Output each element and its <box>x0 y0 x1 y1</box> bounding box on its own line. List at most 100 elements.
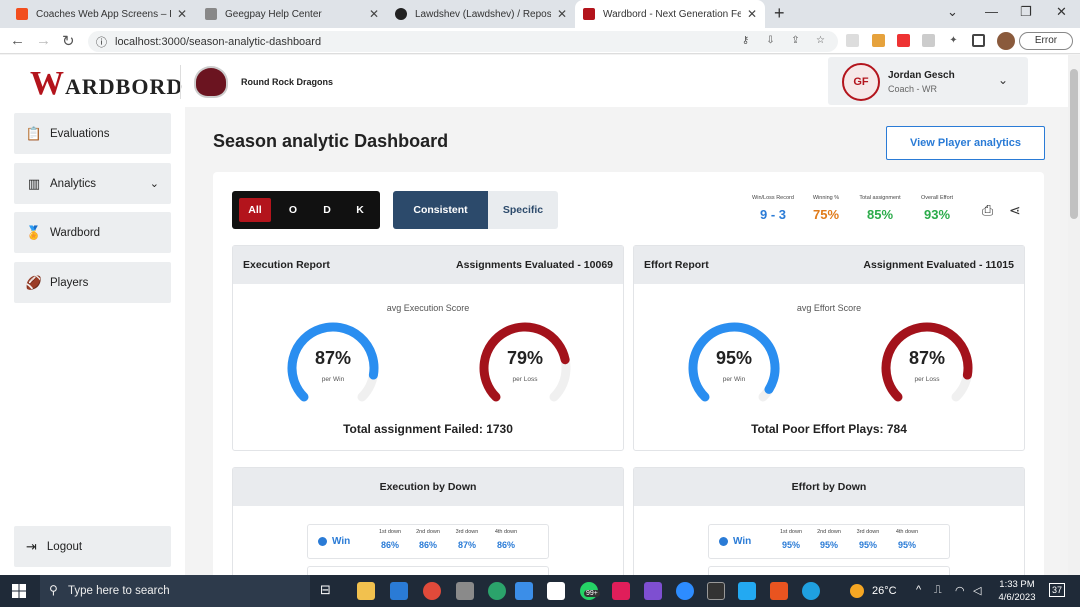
back-icon[interactable]: ← <box>10 32 25 49</box>
tab-title: Coaches Web App Screens – Figma <box>36 8 171 20</box>
install-icon[interactable]: ⇩ <box>764 34 777 47</box>
filter-kicking[interactable]: K <box>349 198 371 222</box>
browser-tab[interactable]: Coaches Web App Screens – Figma ✕ <box>8 0 195 28</box>
edge-icon[interactable] <box>802 582 820 600</box>
share-icon[interactable]: ⋖ <box>1009 202 1021 219</box>
close-icon[interactable]: ✕ <box>177 7 187 21</box>
football-icon: 🏈 <box>25 274 43 290</box>
assignments-evaluated: Assignment Evaluated - 11015 <box>863 259 1014 271</box>
volume-icon[interactable]: ◁ <box>973 584 981 597</box>
puzzle-icon[interactable]: ✦ <box>947 34 960 47</box>
chevron-down-icon[interactable]: ⌄ <box>947 4 958 20</box>
extension-icon[interactable] <box>897 34 910 47</box>
report-title: Effort Report <box>644 259 709 271</box>
sidebar-item-label: Players <box>50 276 89 289</box>
visual-studio-icon[interactable] <box>644 582 662 600</box>
calculator-icon[interactable] <box>456 582 474 600</box>
tab-title: Lawdshev (Lawdshev) / Repositor <box>415 8 551 20</box>
mode-specific[interactable]: Specific <box>488 191 558 229</box>
sidebar-item-evaluations[interactable]: 📋 Evaluations <box>14 113 171 154</box>
filter-defense[interactable]: D <box>316 198 338 222</box>
filter-all[interactable]: All <box>239 198 271 222</box>
user-menu[interactable]: GF Jordan Gesch Coach - WR ⌄ <box>828 57 1028 105</box>
effort-by-down: Effort by Down Win 1st down 95% 2nd down 9… <box>633 467 1025 587</box>
zoom-icon[interactable] <box>676 582 694 600</box>
slack-icon[interactable] <box>612 582 630 600</box>
clipboard-icon: 📋 <box>25 125 43 141</box>
logo-text: ARDBORD <box>65 74 184 99</box>
app-icon[interactable] <box>547 582 565 600</box>
app-icon[interactable] <box>515 582 533 600</box>
browser-tab[interactable]: Geegpay Help Center ✕ <box>197 0 387 28</box>
weather-widget[interactable]: 26°C <box>850 584 897 598</box>
print-icon[interactable]: ⎙ <box>982 202 993 219</box>
mode-consistent[interactable]: Consistent <box>393 191 488 229</box>
chevron-up-icon[interactable]: ^ <box>916 584 921 596</box>
gauge-win: 95% per Win <box>684 318 784 418</box>
sidebar-item-wardbord[interactable]: 🏅 Wardbord <box>14 212 171 253</box>
clock[interactable]: 1:33 PM 4/6/2023 <box>995 578 1039 604</box>
windows-start-icon[interactable] <box>12 584 26 598</box>
sidebar: 📋 Evaluations ▥ Analytics ⌄ 🏅 Wardbord 🏈… <box>0 107 185 575</box>
notifications-icon[interactable]: 37 <box>1049 583 1066 597</box>
down-value: 95% <box>819 540 838 550</box>
extension-icon[interactable] <box>922 34 935 47</box>
error-button[interactable]: Error <box>1019 32 1073 50</box>
scrollbar[interactable] <box>1068 55 1080 575</box>
sidebar-item-analytics[interactable]: ▥ Analytics ⌄ <box>14 163 171 204</box>
tab-title: Geegpay Help Center <box>225 8 322 20</box>
down-cell: 1st down 95% <box>773 529 809 550</box>
taskbar-search[interactable]: ⚲ Type here to search <box>40 575 310 607</box>
down-cell: 3rd down 87% <box>449 529 485 550</box>
wifi-icon[interactable]: ◠ <box>955 584 965 597</box>
minimize-icon[interactable]: — <box>985 4 998 19</box>
sidepanel-icon[interactable] <box>972 34 985 47</box>
gauge-loss: 79% per Loss <box>475 318 575 418</box>
star-icon[interactable]: ☆ <box>814 34 827 47</box>
chrome-icon[interactable] <box>423 582 441 600</box>
share-icon[interactable]: ⇪ <box>789 34 802 47</box>
logout-button[interactable]: ⇥ Logout <box>14 526 171 567</box>
task-view-icon[interactable]: ⊟ <box>320 582 338 600</box>
close-icon[interactable]: ✕ <box>747 7 757 21</box>
profile-avatar[interactable] <box>997 32 1015 50</box>
down-label: 2nd down <box>416 529 440 535</box>
extension-icon[interactable] <box>872 34 885 47</box>
chevron-down-icon[interactable]: ⌄ <box>150 177 159 190</box>
file-explorer-icon[interactable] <box>357 582 375 600</box>
scrollbar-thumb[interactable] <box>1070 69 1078 219</box>
restore-icon[interactable]: ❐ <box>1020 4 1032 20</box>
extension-icon[interactable] <box>846 34 859 47</box>
key-icon[interactable]: ⚷ <box>739 34 752 47</box>
app-icon[interactable] <box>488 582 506 600</box>
close-icon[interactable]: ✕ <box>369 7 379 21</box>
forward-icon[interactable]: → <box>36 32 51 49</box>
close-window-icon[interactable]: ✕ <box>1056 4 1067 20</box>
wardbord-logo[interactable]: WARDBORD <box>30 65 183 103</box>
figma-icon <box>16 8 28 20</box>
new-tab-button[interactable]: + <box>774 3 785 24</box>
close-icon[interactable]: ✕ <box>557 7 567 21</box>
browser-tab-active[interactable]: Wardbord - Next Generation Fee ✕ <box>575 0 765 28</box>
vscode-icon[interactable] <box>738 582 756 600</box>
filter-offense[interactable]: O <box>282 198 304 222</box>
gauge-sub: per Loss <box>914 376 940 383</box>
reload-icon[interactable]: ↻ <box>62 32 75 50</box>
stat-label: Overall Effort <box>921 195 953 201</box>
chevron-down-icon[interactable]: ⌄ <box>998 73 1008 87</box>
divider <box>180 65 181 99</box>
sidebar-item-players[interactable]: 🏈 Players <box>14 262 171 303</box>
url-field[interactable]: ⓘ localhost:3000/season-analytic-dashboa… <box>88 31 838 52</box>
browser-tab[interactable]: Lawdshev (Lawdshev) / Repositor ✕ <box>387 0 575 28</box>
view-player-analytics-button[interactable]: View Player analytics <box>886 126 1045 160</box>
ubuntu-icon[interactable] <box>770 582 788 600</box>
search-icon: ⚲ <box>49 583 58 597</box>
down-label: 4th down <box>895 529 919 535</box>
sidebar-item-label: Analytics <box>50 177 97 190</box>
report-title: Execution Report <box>243 259 330 271</box>
mail-icon[interactable] <box>390 582 408 600</box>
terminal-icon[interactable] <box>707 582 725 600</box>
down-cell: 4th down 95% <box>889 529 925 550</box>
gauge-sub: per Win <box>321 376 345 383</box>
network-icon[interactable]: ⎍ <box>934 584 942 597</box>
